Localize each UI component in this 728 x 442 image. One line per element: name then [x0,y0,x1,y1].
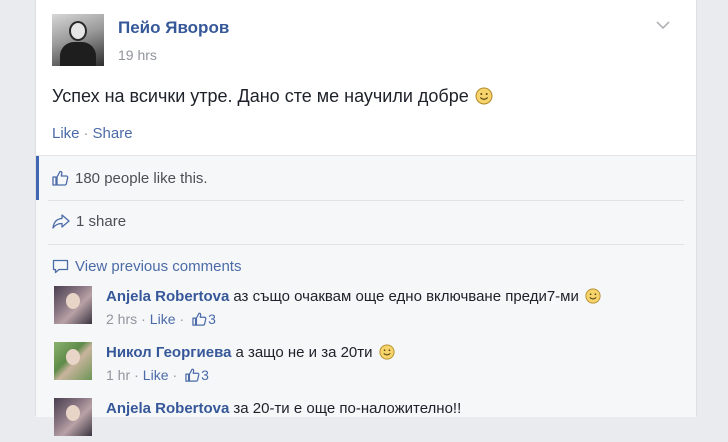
commenter-name[interactable]: Anjela Robertova [106,400,229,417]
divider [48,200,684,201]
post-message: Успех на всички утре. Дано сте ме научил… [52,86,493,110]
comment-timestamp[interactable]: 2 hrs [106,311,137,327]
comment-like-link[interactable]: Like [143,367,169,383]
separator: · [134,367,139,383]
separator: · [179,311,185,327]
commenter-avatar[interactable] [54,342,92,380]
share-link[interactable]: Share [93,125,133,142]
comment-item: Никол Георгиева а защо не и за 20ти 1 hr ·… [54,342,674,386]
comment-meta: 2 hrs · Like · 3 [106,311,216,329]
comment-body: Anjela Robertova аз също очаквам още едно… [106,288,601,308]
divider [48,244,684,245]
comment-text: аз също очаквам още едно включване преди… [233,288,579,305]
comment-timestamp[interactable]: 1 hr [106,367,130,383]
comment-text: а защо не и за 20ти [235,344,373,361]
chevron-down-icon[interactable] [656,20,672,34]
comment-like-link[interactable]: Like [150,311,176,327]
comment-like-count[interactable]: 3 [208,311,216,327]
commenter-name[interactable]: Никол Георгиева [106,344,231,361]
thumbs-up-icon [185,368,200,385]
commenter-name[interactable]: Anjela Robertova [106,288,229,305]
comment-icon [52,259,69,278]
separator: · [83,125,89,142]
smiley-icon [585,288,601,308]
likes-summary[interactable]: 180 people like this. [52,170,208,190]
post-card: Пейо Яворов 19 hrs Успех на всички утре.… [35,0,697,436]
view-previous-comments-label[interactable]: View previous comments [75,258,241,275]
likes-count-text[interactable]: 180 people like this. [75,170,208,187]
comment-item: Anjela Robertova аз също очаквам още едно… [54,286,674,330]
comment-like-count[interactable]: 3 [201,367,209,383]
feedback-section: 180 people like this. 1 share View previ… [36,155,696,436]
post-message-text: Успех на всички утре. Дано сте ме научил… [52,86,469,106]
smiley-icon [378,344,395,364]
focus-accent [36,156,39,200]
commenter-avatar[interactable] [54,398,92,436]
like-link[interactable]: Like [52,125,80,142]
shares-count-text[interactable]: 1 share [76,213,126,230]
thumbs-up-icon [52,170,69,190]
post-header: Пейо Яворов 19 hrs [52,14,672,70]
post-timestamp[interactable]: 19 hrs [118,47,157,63]
comment-item: Anjela Robertova за 20-ти е още по-наложи… [54,398,674,442]
thumbs-up-icon [192,312,207,329]
comment-meta: 1 hr · Like · 3 [106,367,209,385]
commenter-avatar[interactable] [54,286,92,324]
separator: · [172,367,178,383]
comment-body: Anjela Robertova за 20-ти е още по-наложи… [106,400,461,417]
author-name[interactable]: Пейо Яворов [118,18,229,38]
separator: · [141,311,146,327]
comment-text: за 20-ти е още по-наложително!! [233,400,462,417]
post-actions: Like · Share [52,125,133,142]
smiley-icon [475,87,493,110]
comment-body: Никол Георгиева а защо не и за 20ти [106,344,395,364]
share-icon [52,214,70,233]
view-previous-comments[interactable]: View previous comments [52,258,241,278]
author-avatar[interactable] [52,14,104,66]
shares-summary[interactable]: 1 share [52,213,126,233]
